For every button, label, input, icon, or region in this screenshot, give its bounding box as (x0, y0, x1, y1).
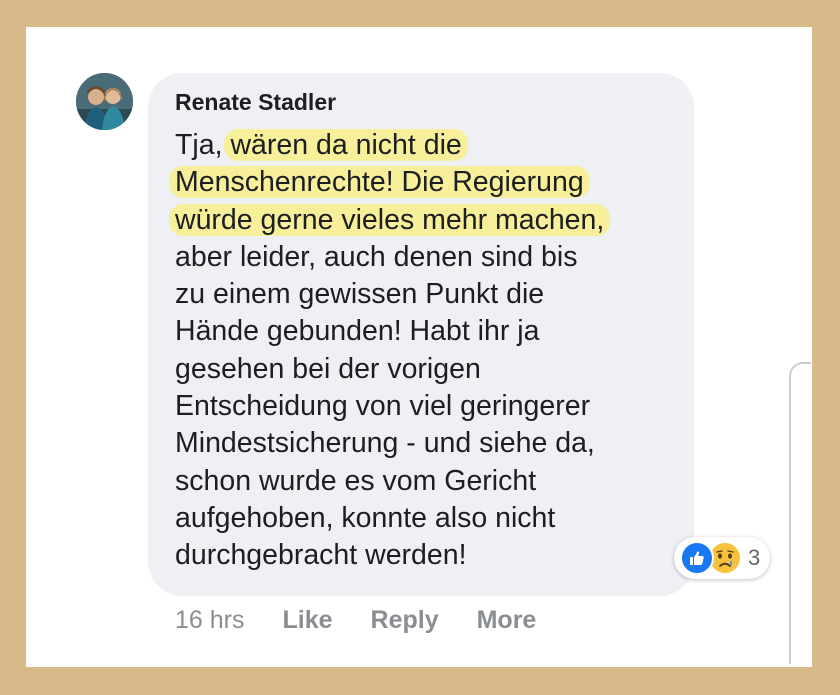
highlighted-text: wären da nicht die (224, 129, 468, 161)
like-button[interactable]: Like (282, 606, 332, 635)
comment-text-segment: Tja, (175, 129, 231, 161)
comment-line: schon wurde es vom Gericht (175, 464, 537, 497)
more-button[interactable]: More (477, 606, 537, 635)
comment-line: Entscheidung von viel geringerer (175, 390, 591, 423)
comment-line: gesehen bei der vorigen (175, 352, 481, 385)
comment-line: Tja, wären da nicht die (175, 127, 680, 164)
comment-line: Mindestsicherung - und siehe da, (175, 427, 595, 460)
reactions-summary[interactable]: 3 (674, 537, 771, 579)
comment-line: würde gerne vieles mehr machen, (169, 202, 680, 239)
comment-timestamp[interactable]: 16 hrs (175, 606, 244, 635)
comment-line: aufgehoben, konnte also nicht (175, 501, 556, 534)
comment-line: durchgebracht werden! (175, 539, 467, 572)
comment-line: aber leider, auch denen sind bis (175, 240, 578, 273)
avatar[interactable] (76, 73, 133, 130)
like-icon (680, 541, 714, 575)
reply-button[interactable]: Reply (371, 606, 439, 635)
comment-line: Hände gebunden! Habt ihr ja (175, 315, 540, 348)
thread-connector-line (789, 362, 811, 664)
highlighted-text: Menschenrechte! Die Regierung (169, 166, 590, 199)
highlighted-text: würde gerne vieles mehr machen, (169, 203, 611, 236)
comment-line: zu einem gewissen Punkt die (175, 278, 545, 311)
comment-actions: 16 hrs Like Reply More (175, 606, 574, 635)
comment-text: Tja, wären da nicht die Menschenrechte! … (169, 127, 680, 575)
avatar-photo (76, 73, 133, 130)
reaction-count: 3 (748, 545, 761, 570)
comment-author[interactable]: Renate Stadler (175, 89, 336, 116)
comment-line: Menschenrechte! Die Regierung (169, 164, 680, 201)
